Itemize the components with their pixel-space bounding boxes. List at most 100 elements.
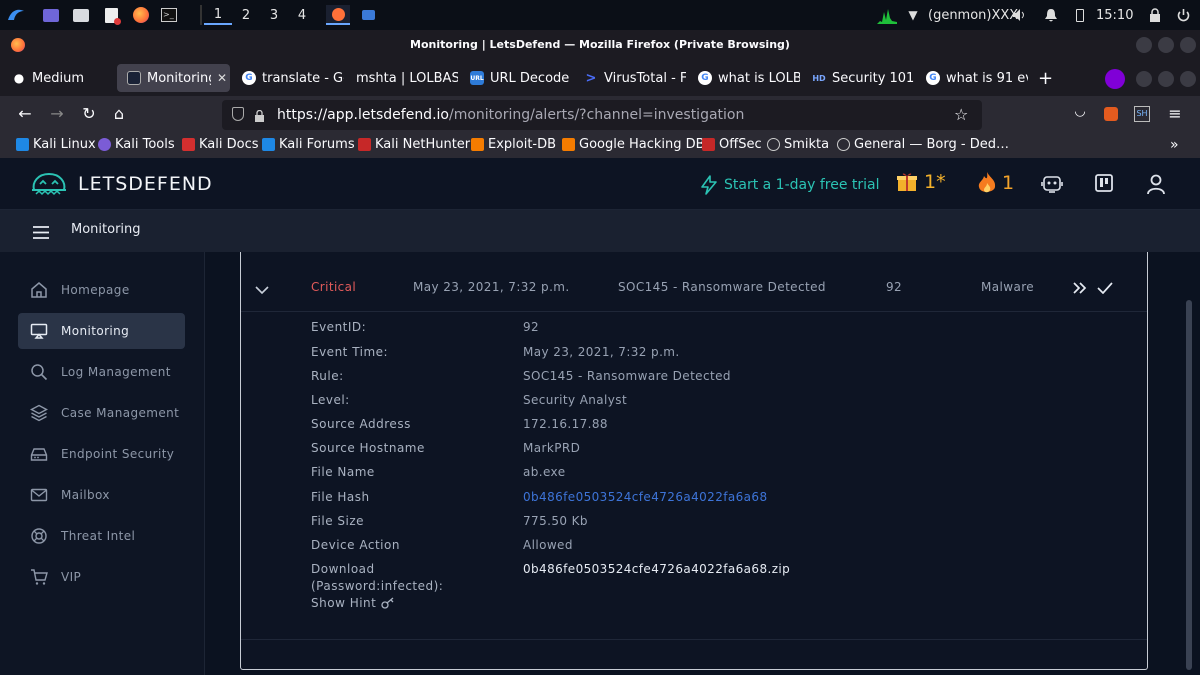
bookmark-smikta[interactable]: Smikta — [767, 137, 829, 152]
alert-date: May 23, 2021, 7:32 p.m. — [413, 280, 570, 294]
url-bar[interactable]: https://app.letsdefend.io/monitoring/ale… — [222, 100, 982, 130]
sidebar: Homepage Monitoring Log Management Case … — [0, 252, 205, 675]
bookmark-google-hacking-db[interactable]: Google Hacking DB — [562, 137, 705, 152]
sidebar-item-case-management[interactable]: Case Management — [18, 395, 185, 431]
volume-icon[interactable] — [1011, 5, 1029, 25]
home-icon — [31, 282, 47, 298]
sidebar-item-homepage[interactable]: Homepage — [18, 272, 185, 308]
workspace-2[interactable]: 2 — [232, 5, 260, 25]
terminal-icon[interactable]: >_ — [158, 5, 180, 25]
close-tab-icon[interactable]: ✕ — [217, 71, 227, 85]
tab-translate[interactable]: G translate - Go — [232, 64, 344, 92]
tab-medium[interactable]: ● Medium — [2, 64, 114, 92]
support-agent-icon[interactable] — [1040, 172, 1064, 200]
home-icon[interactable]: ⌂ — [108, 104, 130, 123]
gift-icon — [897, 173, 917, 191]
tab-what-is-lolbin[interactable]: G what is LOLB — [688, 64, 800, 92]
sidebar-item-log-management[interactable]: Log Management — [18, 354, 185, 390]
chevron-down-icon[interactable] — [255, 280, 269, 299]
kali-menu-icon[interactable] — [4, 5, 28, 25]
back-icon[interactable]: ← — [14, 104, 36, 123]
pocket-icon[interactable]: ◡ — [1069, 104, 1091, 119]
detail-label: File Hash — [311, 490, 370, 504]
sidebar-item-monitoring[interactable]: Monitoring — [18, 313, 185, 349]
taskbar-window[interactable] — [356, 5, 380, 25]
wifi-icon[interactable]: ▼ — [904, 5, 922, 25]
sidebar-item-mailbox[interactable]: Mailbox — [18, 477, 185, 513]
gift-counter[interactable]: 1* — [896, 171, 946, 193]
tab-what-is-91[interactable]: G what is 91 eve — [916, 64, 1028, 92]
taskbar-firefox[interactable] — [326, 5, 350, 25]
maximize-window-icon[interactable] — [1158, 37, 1174, 53]
streak-counter[interactable]: 1 — [976, 171, 1014, 195]
tab-monitoring[interactable]: Monitoring ✕ — [117, 64, 230, 92]
panel-user: (genmon)XXX — [928, 7, 1019, 23]
alert-card: Critical May 23, 2021, 7:32 p.m. SOC145 … — [240, 252, 1148, 670]
workspace-3[interactable]: 3 — [260, 5, 288, 25]
workspace-1[interactable]: 1 — [204, 5, 232, 25]
bookmark-offsec[interactable]: OffSec — [702, 137, 762, 152]
bookmarks-overflow-icon[interactable]: » — [1170, 137, 1179, 153]
letsdefend-logo-icon[interactable] — [30, 170, 68, 202]
tab-close-icon[interactable] — [1180, 71, 1196, 87]
tab-minimize-icon[interactable] — [1136, 71, 1152, 87]
power-icon[interactable] — [1174, 5, 1192, 25]
checkmark-icon[interactable] — [1097, 279, 1113, 298]
cart-icon — [31, 569, 48, 585]
tab-url-decode[interactable]: URL URL Decode a — [460, 64, 572, 92]
tab-maximize-icon[interactable] — [1158, 71, 1174, 87]
sidebar-item-threat-intel[interactable]: Threat Intel — [18, 518, 185, 554]
bookmark-kali-forums[interactable]: Kali Forums — [262, 137, 355, 152]
tab-strip: ● Medium Monitoring ✕ G translate - Go m… — [0, 60, 1200, 96]
workspace-4[interactable]: 4 — [288, 5, 316, 25]
minimize-window-icon[interactable] — [1136, 37, 1152, 53]
bookmark-exploit-db[interactable]: Exploit-DB — [471, 137, 556, 152]
free-trial-link[interactable]: Start a 1-day free trial — [700, 175, 880, 195]
app-header: LETSDEFEND Start a 1-day free trial 1* 1 — [0, 158, 1200, 210]
text-editor-icon[interactable] — [100, 5, 122, 25]
alert-row[interactable]: Critical May 23, 2021, 7:32 p.m. SOC145 … — [241, 252, 1147, 312]
firefox-launcher-icon[interactable] — [130, 5, 152, 25]
desktop-icon[interactable] — [40, 5, 62, 25]
bookmark-star-icon[interactable]: ☆ — [954, 105, 968, 124]
bookmark-kali-nethunter[interactable]: Kali NetHunter — [358, 137, 470, 152]
page-scrollbar[interactable] — [1186, 300, 1192, 670]
detail-label: Source Hostname — [311, 441, 425, 455]
detail-label: Level: — [311, 393, 350, 407]
bookmark-general-borg[interactable]: General — Borg - Ded… — [837, 137, 1009, 152]
download-link[interactable]: 0b486fe0503524cfe4726a4022fa6a68.zip — [523, 562, 790, 576]
tab-mshta-lolbas[interactable]: mshta | LOLBAS — [346, 64, 458, 92]
detail-value: 172.16.17.88 — [523, 417, 608, 431]
detail-label: File Size — [311, 514, 365, 528]
show-hint-button[interactable]: Show Hint — [311, 596, 395, 610]
reload-icon[interactable]: ↻ — [78, 104, 100, 123]
detail-value: Security Analyst — [523, 393, 628, 407]
file-hash-link[interactable]: 0b486fe0503524cfe4726a4022fa6a68 — [523, 490, 767, 504]
file-manager-icon[interactable] — [70, 5, 92, 25]
notifications-bell-icon[interactable] — [1042, 5, 1060, 25]
sidebar-item-endpoint-security[interactable]: Endpoint Security — [18, 436, 185, 472]
user-profile-icon[interactable] — [1146, 173, 1166, 199]
drive-icon — [30, 448, 48, 461]
lock-screen-icon[interactable] — [1146, 5, 1164, 25]
tab-security-101[interactable]: HD Security 101: — [802, 64, 914, 92]
brand-name[interactable]: LETSDEFEND — [78, 173, 213, 195]
sidebar-item-vip[interactable]: VIP — [18, 559, 185, 595]
forward-icon[interactable]: → — [46, 104, 68, 123]
tab-virustotal[interactable]: > VirusTotal - F — [574, 64, 686, 92]
kali-tools-icon — [98, 138, 111, 151]
extension-icon[interactable] — [1104, 107, 1118, 121]
new-tab-icon[interactable]: + — [1038, 68, 1053, 89]
sh-extension-icon[interactable]: SH — [1134, 106, 1150, 122]
bookmark-kali-linux[interactable]: Kali Linux — [16, 137, 96, 152]
close-window-icon[interactable] — [1180, 37, 1196, 53]
hamburger-menu-icon[interactable]: ≡ — [1164, 104, 1186, 123]
bookmark-kali-tools[interactable]: Kali Tools — [98, 137, 175, 152]
nethunter-icon — [358, 138, 371, 151]
offsec-icon — [702, 138, 715, 151]
bookmark-kali-docs[interactable]: Kali Docs — [182, 137, 259, 152]
sidebar-toggle-icon[interactable] — [33, 224, 49, 243]
board-icon[interactable] — [1094, 173, 1114, 197]
double-chevron-right-icon[interactable] — [1073, 279, 1087, 298]
layers-icon — [30, 404, 48, 422]
